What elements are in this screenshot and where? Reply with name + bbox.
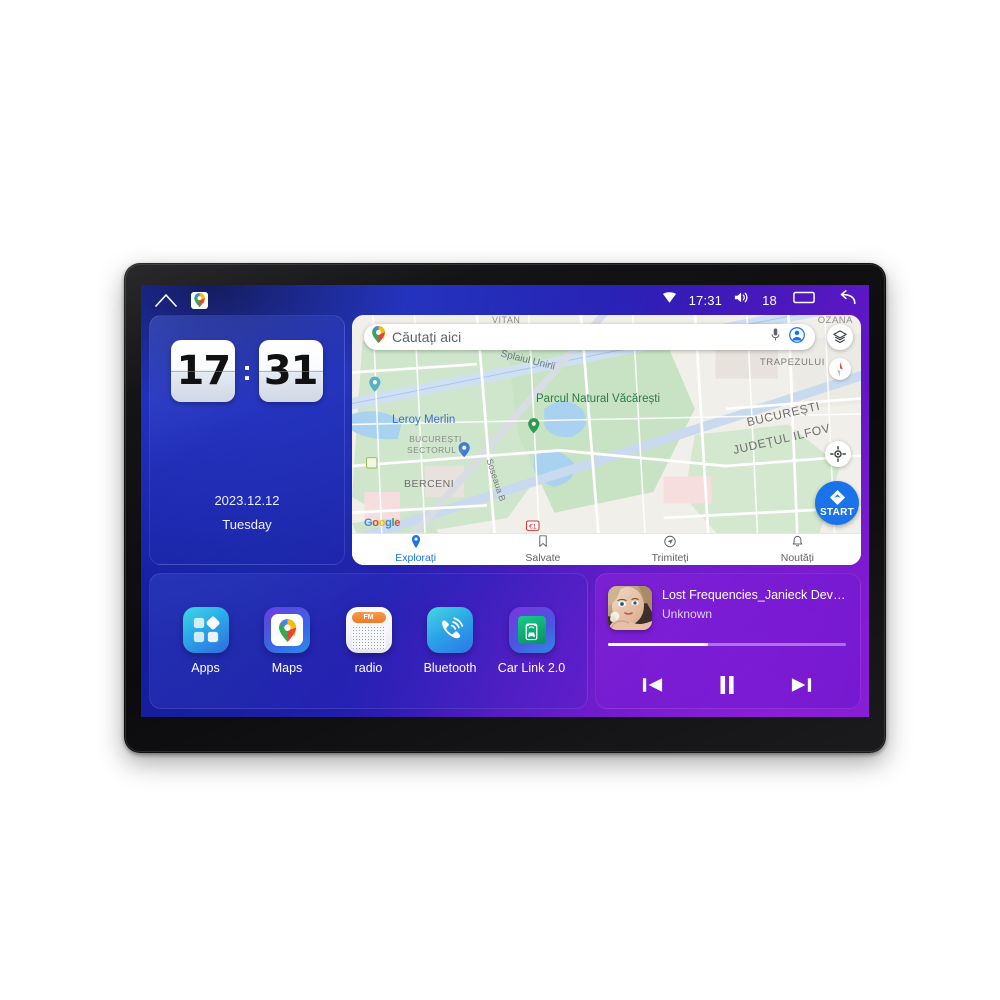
dock-app-bluetooth-label: Bluetooth: [423, 661, 477, 675]
car-link-inner: [517, 616, 546, 644]
music-player-widget[interactable]: Lost Frequencies_Janieck Devy-... Unknow…: [595, 573, 861, 709]
flip-clock: 17 : 31: [171, 340, 323, 402]
back-arrow-icon[interactable]: [833, 289, 857, 311]
dock-app-maps[interactable]: Maps: [249, 607, 325, 675]
next-track-icon[interactable]: [790, 675, 813, 695]
account-avatar-icon[interactable]: [789, 326, 805, 348]
car-head-unit-device: 17:31 18 17: 31 2023.12.12 Tuesday €1 V…: [124, 263, 886, 753]
map-nav-contribute-label: Trimiteți: [651, 552, 689, 564]
dock-app-radio[interactable]: FM radio: [331, 607, 407, 675]
bottom-row: Apps Maps FM radio Bluetooth Car Link 2.…: [149, 573, 861, 709]
top-row: 17 : 31 2023.12.12 Tuesday €1 VITAN OZAN…: [149, 315, 861, 565]
map-layers-icon[interactable]: [827, 324, 853, 350]
app-dock: Apps Maps FM radio Bluetooth Car Link 2.…: [149, 573, 588, 709]
player-track-info: Lost Frequencies_Janieck Devy-... Unknow…: [608, 586, 846, 630]
compass-icon[interactable]: [829, 358, 851, 380]
google-maps-pin-icon: [372, 326, 385, 348]
clock-date: 2023.12.12: [214, 493, 280, 508]
google-maps-chip-icon[interactable]: [191, 291, 208, 309]
player-meta: Lost Frequencies_Janieck Devy-... Unknow…: [662, 586, 846, 621]
map-nav-saved-label: Salvate: [525, 552, 561, 564]
recents-icon[interactable]: [793, 290, 815, 310]
google-maps-icon: [264, 607, 310, 653]
status-bar-right: 17:31 18: [662, 289, 857, 311]
map-search-bar[interactable]: Căutați aici: [364, 324, 815, 350]
status-bar: 17:31 18: [141, 285, 869, 315]
clock-minutes-box: 31: [258, 340, 323, 402]
player-track-title: Lost Frequencies_Janieck Devy-...: [662, 588, 846, 602]
dock-app-apps-label: Apps: [191, 661, 220, 675]
clock-hours-box: 17: [171, 340, 236, 402]
clock-widget[interactable]: 17 : 31 2023.12.12 Tuesday: [149, 315, 345, 565]
map-nav-updates[interactable]: Noutăți: [734, 534, 861, 565]
bell-icon: [792, 535, 803, 551]
dock-app-carlink[interactable]: Car Link 2.0: [494, 607, 570, 675]
map-render: €1: [352, 315, 861, 565]
album-art-portrait: [608, 586, 652, 630]
google-watermark: Google: [364, 517, 401, 529]
dock-app-bluetooth[interactable]: Bluetooth: [412, 607, 488, 675]
map-canvas[interactable]: €1 VITAN OZANA TRAPEZULUI Splaiul Unirii…: [352, 315, 861, 565]
clock-separator: :: [242, 355, 252, 386]
volume-icon[interactable]: [734, 291, 750, 309]
maps-icon-inner: [271, 614, 303, 646]
map-search-actions: [771, 326, 805, 348]
map-bottom-nav: Explorați Salvate Trimiteți Noutăți: [352, 533, 861, 565]
clock-minutes: 31: [263, 348, 319, 394]
fm-radio-icon: FM: [345, 607, 392, 653]
dock-app-carlink-label: Car Link 2.0: [497, 661, 566, 675]
player-track-artist: Unknown: [662, 607, 713, 621]
volume-level: 18: [762, 292, 777, 308]
apps-grid-icon: [182, 607, 229, 653]
location-pin-icon: [411, 535, 421, 551]
previous-track-icon[interactable]: [641, 675, 664, 695]
screen: 17:31 18 17: 31 2023.12.12 Tuesday €1 V…: [141, 285, 869, 717]
bluetooth-phone-icon: [427, 607, 473, 653]
player-controls: [608, 674, 846, 698]
map-nav-explore[interactable]: Explorați: [352, 534, 479, 565]
wifi-icon: [662, 291, 677, 309]
svg-text:€1: €1: [529, 523, 537, 530]
map-nav-explore-label: Explorați: [395, 552, 437, 564]
album-art: [608, 586, 652, 630]
home-panels: 17 : 31 2023.12.12 Tuesday €1 VITAN OZAN…: [141, 315, 869, 717]
car-link-icon: [508, 607, 555, 653]
my-location-icon[interactable]: [825, 441, 851, 467]
maps-widget[interactable]: €1 VITAN OZANA TRAPEZULUI Splaiul Unirii…: [352, 315, 861, 565]
fm-badge: FM: [351, 611, 386, 623]
map-nav-contribute[interactable]: Trimiteți: [607, 534, 734, 565]
dock-app-apps[interactable]: Apps: [168, 607, 244, 675]
microphone-icon[interactable]: [771, 327, 780, 347]
clock-hours: 17: [176, 348, 231, 394]
page-root: 17:31 18 17: 31 2023.12.12 Tuesday €1 V…: [0, 0, 1000, 1000]
dock-app-maps-label: Maps: [271, 661, 303, 675]
start-label: START: [819, 506, 855, 518]
status-time: 17:31: [688, 292, 723, 308]
dock-app-radio-label: radio: [354, 661, 383, 675]
map-nav-saved[interactable]: Salvate: [479, 534, 606, 565]
map-search-placeholder: Căutați aici: [392, 329, 462, 345]
status-bar-left: [155, 291, 208, 309]
start-navigation-button[interactable]: START: [815, 481, 859, 525]
clock-weekday: Tuesday: [222, 517, 272, 532]
pause-icon[interactable]: [717, 674, 737, 696]
map-nav-updates-label: Noutăți: [780, 552, 815, 564]
bookmark-icon: [538, 535, 548, 551]
send-circle-icon: [664, 535, 676, 551]
home-icon[interactable]: [155, 293, 177, 307]
player-progress-bar[interactable]: [608, 643, 846, 646]
navigate-diamond-icon: [829, 489, 845, 505]
player-progress-fill: [608, 643, 708, 646]
radio-speaker-grille: [351, 625, 386, 649]
